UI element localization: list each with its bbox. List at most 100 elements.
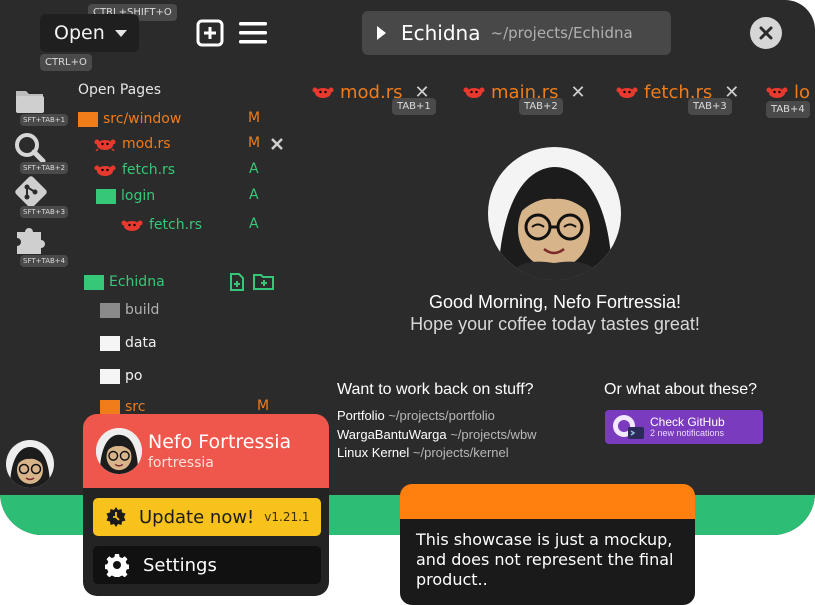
close-icon[interactable]: ✕ (570, 82, 585, 103)
git-status: A (249, 161, 259, 177)
notice-header-bar (400, 484, 695, 519)
explorer-item-label: data (125, 335, 157, 351)
close-button[interactable] (750, 17, 782, 49)
tab-shortcut: TAB+4 (766, 101, 810, 118)
check-github-button[interactable]: Check GitHub 2 new notifications (605, 410, 763, 444)
open-page-item[interactable]: src/window (78, 109, 181, 129)
folder-icon (84, 274, 104, 290)
recent-title: Want to work back on stuff? (337, 381, 534, 398)
github-label: Check GitHub (650, 415, 725, 429)
rust-crab-icon (312, 87, 334, 98)
open-shortcut-hint: CTRL+O (40, 54, 92, 71)
tab-shortcut: TAB+1 (392, 98, 436, 115)
user-header: Nefo Fortressia fortressia (83, 414, 329, 488)
recent-project-path: ~/projects/kernel (412, 445, 509, 460)
explorer-item-label: src (125, 399, 146, 415)
project-path-bar[interactable]: Echidna ~/projects/Echidna (362, 11, 671, 55)
recent-project-path: ~/projects/portfolio (388, 408, 495, 423)
explorer-item[interactable]: po (100, 366, 142, 386)
user-avatar-large (488, 147, 621, 280)
recent-project-path: ~/projects/wbw (450, 427, 537, 442)
close-icon (759, 26, 773, 40)
menu-icon[interactable] (238, 20, 268, 46)
puzzle-icon[interactable] (14, 222, 48, 256)
explorer-item-label: build (125, 302, 160, 318)
open-page-label: src/window (103, 111, 182, 127)
update-button[interactable]: Update now! v1.21.1 (93, 498, 321, 536)
git-status: M (248, 110, 261, 126)
recent-project-name: Portfolio (337, 408, 385, 423)
explorer-root-label: Echidna (109, 274, 165, 290)
user-name: Nefo Fortressia (148, 431, 292, 453)
new-file-icon[interactable] (196, 19, 224, 47)
rust-crab-icon (94, 139, 116, 151)
recent-project[interactable]: WargaBantuWarga ~/projects/wbw (337, 427, 537, 442)
explorer-item[interactable]: data (100, 333, 157, 353)
recent-project[interactable]: Linux Kernel ~/projects/kernel (337, 445, 509, 460)
mockup-notice: This showcase is just a mockup, and does… (400, 484, 695, 605)
subgreeting-text: Hope your coffee today tastes great! (410, 314, 700, 334)
folder-icon[interactable] (14, 87, 48, 115)
tab-shortcut: TAB+3 (688, 98, 732, 115)
user-avatar-button[interactable] (6, 440, 54, 488)
explorer-item[interactable]: build (100, 300, 159, 320)
open-page-label: fetch.rs (149, 217, 203, 233)
rust-crab-icon (121, 220, 143, 231)
activity-shortcut: SFT+TAB+1 (20, 114, 69, 126)
open-page-label: mod.rs (122, 136, 171, 152)
open-page-item[interactable]: login (96, 186, 155, 206)
project-path: ~/projects/Echidna (490, 24, 633, 42)
open-page-item[interactable]: fetch.rs (94, 160, 175, 180)
folder-icon (100, 368, 120, 384)
update-gear-icon (106, 507, 126, 527)
open-label: Open (54, 22, 105, 44)
folder-icon (100, 302, 120, 318)
folder-icon (96, 188, 116, 204)
open-page-item[interactable]: fetch.rs (121, 215, 202, 235)
close-icon[interactable] (271, 138, 283, 150)
user-handle: fortressia (148, 455, 214, 471)
settings-button[interactable]: Settings (93, 546, 321, 584)
activity-shortcut: SFT+TAB+2 (20, 162, 69, 174)
recent-project-name: WargaBantuWarga (337, 427, 447, 442)
git-status: A (249, 216, 259, 232)
open-pages-title: Open Pages (78, 82, 162, 98)
tab-shortcut: TAB+2 (519, 98, 563, 115)
git-icon[interactable] (14, 176, 48, 208)
recent-project[interactable]: Portfolio ~/projects/portfolio (337, 408, 495, 423)
settings-label: Settings (143, 554, 217, 576)
rust-crab-icon (463, 87, 485, 98)
rust-crab-icon (766, 87, 788, 98)
git-status: A (249, 187, 259, 203)
recent-project-name: Linux Kernel (337, 445, 410, 460)
github-icon (613, 415, 644, 439)
folder-icon (78, 111, 98, 127)
new-file-icon[interactable] (228, 273, 246, 291)
git-status: M (257, 398, 270, 414)
github-notifications: 2 new notifications (650, 428, 725, 438)
rust-crab-icon (94, 165, 116, 176)
open-page-label: login (121, 188, 156, 204)
search-icon[interactable] (14, 132, 46, 164)
run-icon[interactable] (377, 26, 386, 40)
git-status: M (248, 135, 261, 151)
greeting-text: Good Morning, Nefo Fortressia! (428, 292, 682, 312)
new-folder-icon[interactable] (253, 273, 275, 291)
explorer-item-label: po (125, 368, 143, 384)
update-label: Update now! (139, 506, 255, 528)
open-page-item[interactable]: mod.rs (94, 134, 171, 154)
open-page-label: fetch.rs (122, 162, 176, 178)
folder-icon (100, 399, 120, 415)
project-name: Echidna (401, 21, 481, 45)
notice-text: This showcase is just a mockup, and does… (416, 530, 674, 589)
chevron-down-icon (114, 29, 127, 37)
rust-crab-icon (616, 87, 638, 98)
tab-label: lo (794, 81, 811, 103)
user-menu: Nefo Fortressia fortressia Update now! v… (83, 414, 329, 596)
gear-icon (105, 554, 129, 577)
open-button[interactable]: Open (40, 14, 139, 52)
activity-shortcut: SFT+TAB+4 (20, 255, 69, 267)
version-label: v1.21.1 (264, 510, 310, 524)
explorer-root[interactable]: Echidna (84, 272, 165, 292)
user-avatar (96, 428, 142, 474)
